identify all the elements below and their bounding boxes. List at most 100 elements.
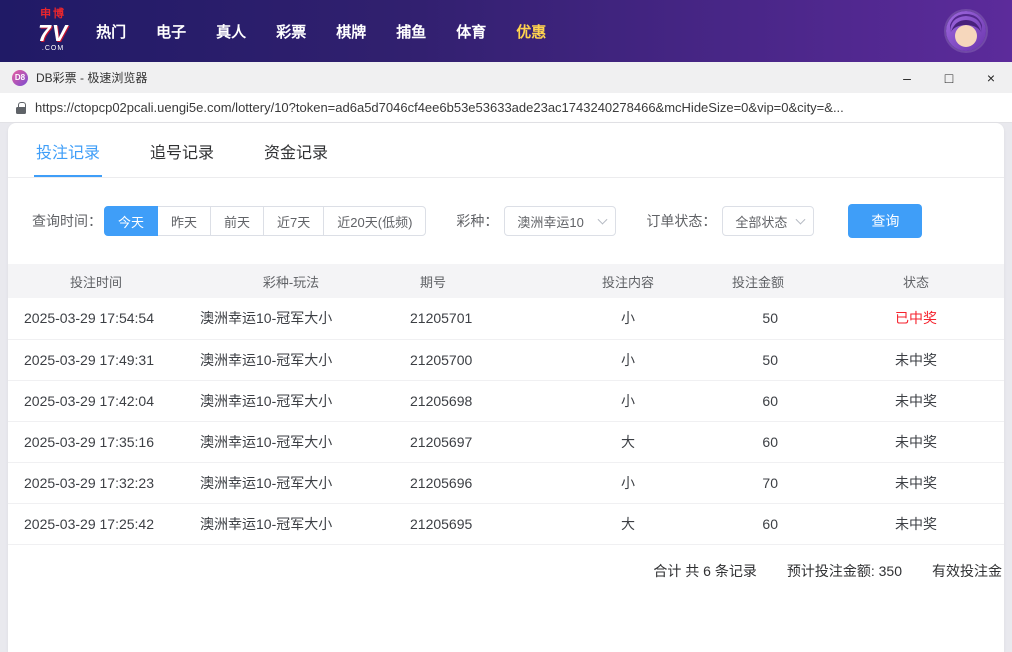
cell-bet-time: 2025-03-29 17:42:04 bbox=[8, 380, 184, 422]
filter-day-before-button[interactable]: 前天 bbox=[210, 206, 265, 236]
cell-issue: 21205696 bbox=[398, 462, 568, 504]
cell-game: 澳洲幸运10-冠军大小 bbox=[184, 503, 398, 545]
cell-game: 澳洲幸运10-冠军大小 bbox=[184, 462, 398, 504]
filter-yesterday-button[interactable]: 昨天 bbox=[157, 206, 212, 236]
cell-issue: 21205700 bbox=[398, 339, 568, 381]
cell-issue: 21205698 bbox=[398, 380, 568, 422]
summary-valid-amount: 有效投注金 bbox=[932, 562, 1002, 579]
cell-content: 小 bbox=[568, 339, 688, 381]
header-amount: 投注金额 bbox=[688, 264, 828, 298]
tab-bet-records[interactable]: 投注记录 bbox=[34, 123, 103, 177]
lottery-select-value: 澳洲幸运10 bbox=[517, 214, 584, 230]
cell-content: 小 bbox=[568, 380, 688, 422]
cell-content: 大 bbox=[568, 421, 688, 463]
cell-bet-time: 2025-03-29 17:25:42 bbox=[8, 503, 184, 545]
cell-amount: 50 bbox=[688, 339, 828, 381]
cell-content: 小 bbox=[568, 298, 688, 340]
header-game: 彩种-玩法 bbox=[184, 264, 398, 298]
time-range-group: 今天 昨天 前天 近7天 近20天(低频) bbox=[104, 206, 427, 236]
cell-amount: 60 bbox=[688, 503, 828, 545]
filter-today-button[interactable]: 今天 bbox=[104, 206, 159, 236]
query-time-label: 查询时间： bbox=[32, 213, 102, 229]
window-title: DB彩票 - 极速浏览器 bbox=[36, 71, 148, 85]
summary-total-count: 合计 共 6 条记录 bbox=[653, 562, 757, 579]
cell-issue: 21205701 bbox=[398, 298, 568, 340]
nav-item-sports[interactable]: 体育 bbox=[456, 21, 486, 42]
order-status-label: 订单状态： bbox=[646, 213, 717, 229]
window-controls: – □ × bbox=[886, 62, 1012, 93]
site-logo[interactable]: 申博 7V .COM bbox=[38, 9, 68, 52]
header-issue: 期号 bbox=[398, 264, 568, 298]
summary-expected-amount: 预计投注金额: 350 bbox=[786, 562, 902, 579]
nav-item-live[interactable]: 真人 bbox=[216, 21, 246, 42]
maximize-button[interactable]: □ bbox=[928, 62, 970, 93]
nav-item-promotions[interactable]: 优惠 bbox=[516, 21, 546, 42]
cell-status: 未中奖 bbox=[828, 380, 1004, 422]
browser-app-icon: D8 bbox=[12, 69, 28, 86]
bet-records-table: 投注时间 彩种-玩法 期号 投注内容 投注金额 状态 2025-03-29 17… bbox=[8, 264, 1004, 545]
site-logo-text-main: 7V bbox=[38, 20, 69, 47]
cell-bet-time: 2025-03-29 17:54:54 bbox=[8, 298, 184, 340]
cell-status: 未中奖 bbox=[828, 421, 1004, 463]
url-text[interactable]: https://ctopcp02pcali.uengi5e.com/lotter… bbox=[35, 100, 844, 115]
records-panel: 投注记录 追号记录 资金记录 查询时间： 今天 昨天 前天 近7天 近20天(低… bbox=[8, 123, 1004, 652]
cell-status: 已中奖 bbox=[828, 298, 1004, 340]
cell-content: 大 bbox=[568, 503, 688, 545]
cell-game: 澳洲幸运10-冠军大小 bbox=[184, 380, 398, 422]
cell-status: 未中奖 bbox=[828, 339, 1004, 381]
nav-item-fishing[interactable]: 捕鱼 bbox=[396, 21, 426, 42]
cell-bet-time: 2025-03-29 17:32:23 bbox=[8, 462, 184, 504]
tab-chase-records[interactable]: 追号记录 bbox=[148, 123, 216, 177]
table-header-row: 投注时间 彩种-玩法 期号 投注内容 投注金额 状态 bbox=[8, 264, 1004, 298]
order-status-value: 全部状态 bbox=[735, 214, 788, 230]
chevron-down-icon bbox=[795, 214, 806, 225]
cell-amount: 60 bbox=[688, 380, 828, 422]
table-summary: 合计 共 6 条记录 预计投注金额: 350 有效投注金 bbox=[8, 545, 1004, 597]
cell-issue: 21205697 bbox=[398, 421, 568, 463]
filter-last20days-button[interactable]: 近20天(低频) bbox=[323, 206, 427, 236]
cell-status: 未中奖 bbox=[828, 462, 1004, 504]
records-tabs: 投注记录 追号记录 资金记录 bbox=[8, 123, 1004, 178]
cell-amount: 70 bbox=[688, 462, 828, 504]
nav-item-lottery[interactable]: 彩票 bbox=[276, 21, 306, 42]
cell-bet-time: 2025-03-29 17:35:16 bbox=[8, 421, 184, 463]
nav-item-chess[interactable]: 棋牌 bbox=[336, 21, 366, 42]
site-nav-menu: 热门 电子 真人 彩票 棋牌 捕鱼 体育 优惠 bbox=[96, 21, 946, 42]
cell-game: 澳洲幸运10-冠军大小 bbox=[184, 339, 398, 381]
cell-content: 小 bbox=[568, 462, 688, 504]
table-row: 2025-03-29 17:49:31 澳洲幸运10-冠军大小 21205700… bbox=[8, 339, 1004, 381]
close-button[interactable]: × bbox=[970, 62, 1012, 93]
query-button[interactable]: 查询 bbox=[848, 204, 923, 238]
table-row: 2025-03-29 17:32:23 澳洲幸运10-冠军大小 21205696… bbox=[8, 462, 1004, 504]
cell-game: 澳洲幸运10-冠军大小 bbox=[184, 421, 398, 463]
table-row: 2025-03-29 17:42:04 澳洲幸运10-冠军大小 21205698… bbox=[8, 380, 1004, 422]
page-background: 投注记录 追号记录 资金记录 查询时间： 今天 昨天 前天 近7天 近20天(低… bbox=[0, 123, 1012, 652]
filter-last7days-button[interactable]: 近7天 bbox=[263, 206, 325, 236]
lock-icon bbox=[16, 101, 26, 114]
header-content: 投注内容 bbox=[568, 264, 688, 298]
nav-item-electronic[interactable]: 电子 bbox=[156, 21, 186, 42]
cell-bet-time: 2025-03-29 17:49:31 bbox=[8, 339, 184, 381]
header-status: 状态 bbox=[828, 264, 1004, 298]
nav-item-hot[interactable]: 热门 bbox=[96, 21, 126, 42]
browser-titlebar: D8 DB彩票 - 极速浏览器 – □ × bbox=[0, 62, 1012, 93]
tab-fund-records[interactable]: 资金记录 bbox=[262, 123, 330, 177]
site-logo-text-com: .COM bbox=[41, 45, 65, 53]
table-row: 2025-03-29 17:25:42 澳洲幸运10-冠军大小 21205695… bbox=[8, 503, 1004, 545]
cell-game: 澳洲幸运10-冠军大小 bbox=[184, 298, 398, 340]
lottery-type-label: 彩种： bbox=[456, 213, 499, 229]
user-avatar[interactable] bbox=[946, 11, 986, 51]
site-top-nav: 申博 7V .COM 热门 电子 真人 彩票 棋牌 捕鱼 体育 优惠 bbox=[0, 0, 1012, 62]
cell-amount: 60 bbox=[688, 421, 828, 463]
lottery-select[interactable]: 澳洲幸运10 bbox=[504, 206, 617, 236]
order-status-select[interactable]: 全部状态 bbox=[722, 206, 815, 236]
cell-amount: 50 bbox=[688, 298, 828, 340]
header-bet-time: 投注时间 bbox=[8, 264, 184, 298]
cell-status: 未中奖 bbox=[828, 503, 1004, 545]
minimize-button[interactable]: – bbox=[886, 62, 928, 93]
cell-issue: 21205695 bbox=[398, 503, 568, 545]
chevron-down-icon bbox=[597, 214, 608, 225]
browser-address-bar[interactable]: https://ctopcp02pcali.uengi5e.com/lotter… bbox=[0, 93, 1012, 123]
table-row: 2025-03-29 17:54:54 澳洲幸运10-冠军大小 21205701… bbox=[8, 298, 1004, 340]
table-row: 2025-03-29 17:35:16 澳洲幸运10-冠军大小 21205697… bbox=[8, 421, 1004, 463]
